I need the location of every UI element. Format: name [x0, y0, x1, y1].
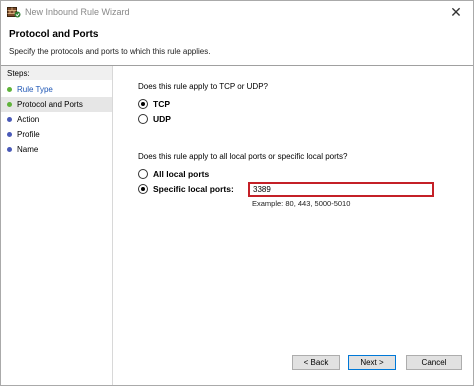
page-description: Specify the protocols and ports to which… [9, 47, 211, 56]
step-pending-icon [7, 147, 12, 152]
wizard-header: Protocol and Ports Specify the protocols… [1, 23, 473, 65]
sidebar-item-label: Action [17, 115, 40, 124]
all-local-ports-option[interactable]: All local ports [138, 169, 209, 179]
ports-example-text: Example: 80, 443, 5000-5010 [252, 199, 351, 208]
wizard-window: New Inbound Rule Wizard ✕ Protocol and P… [0, 0, 474, 386]
step-current-icon [7, 102, 12, 107]
specific-local-ports-radio[interactable] [138, 184, 148, 194]
close-icon[interactable]: ✕ [439, 1, 473, 23]
sidebar-item-protocol-and-ports[interactable]: Protocol and Ports [1, 97, 112, 112]
tcp-label: TCP [153, 99, 170, 109]
all-local-ports-radio[interactable] [138, 169, 148, 179]
all-local-ports-label: All local ports [153, 169, 210, 179]
sidebar-item-name[interactable]: Name [1, 142, 112, 157]
ports-question: Does this rule apply to all local ports … [138, 152, 348, 161]
tcp-radio-option[interactable]: TCP [138, 99, 170, 109]
page-title: Protocol and Ports [9, 29, 99, 40]
protocol-question: Does this rule apply to TCP or UDP? [138, 82, 268, 91]
next-button[interactable]: Next > [348, 355, 396, 370]
step-pending-icon [7, 132, 12, 137]
tcp-radio[interactable] [138, 99, 148, 109]
udp-radio-option[interactable]: UDP [138, 114, 171, 124]
udp-radio[interactable] [138, 114, 148, 124]
sidebar-item-label: Name [17, 145, 39, 154]
step-pending-icon [7, 117, 12, 122]
sidebar-item-action[interactable]: Action [1, 112, 112, 127]
sidebar-item-rule-type[interactable]: Rule Type [1, 82, 112, 97]
sidebar-item-label: Profile [17, 130, 40, 139]
sidebar-item-label: Protocol and Ports [17, 100, 83, 109]
specific-local-ports-option[interactable]: Specific local ports: [138, 184, 234, 194]
sidebar-item-profile[interactable]: Profile [1, 127, 112, 142]
steps-sidebar: Steps: Rule Type Protocol and Ports Acti… [1, 66, 113, 385]
step-complete-icon [7, 87, 12, 92]
sidebar-item-label: Rule Type [17, 85, 53, 94]
cancel-button[interactable]: Cancel [406, 355, 462, 370]
specific-local-ports-label: Specific local ports: [153, 184, 234, 194]
firewall-rule-icon [7, 6, 21, 18]
back-button[interactable]: < Back [292, 355, 340, 370]
title-bar: New Inbound Rule Wizard ✕ [1, 1, 473, 23]
local-ports-input[interactable]: 3389 [248, 182, 434, 197]
wizard-content: Does this rule apply to TCP or UDP? TCP … [114, 66, 473, 385]
window-title: New Inbound Rule Wizard [25, 7, 130, 17]
udp-label: UDP [153, 114, 171, 124]
steps-label: Steps: [1, 66, 112, 80]
